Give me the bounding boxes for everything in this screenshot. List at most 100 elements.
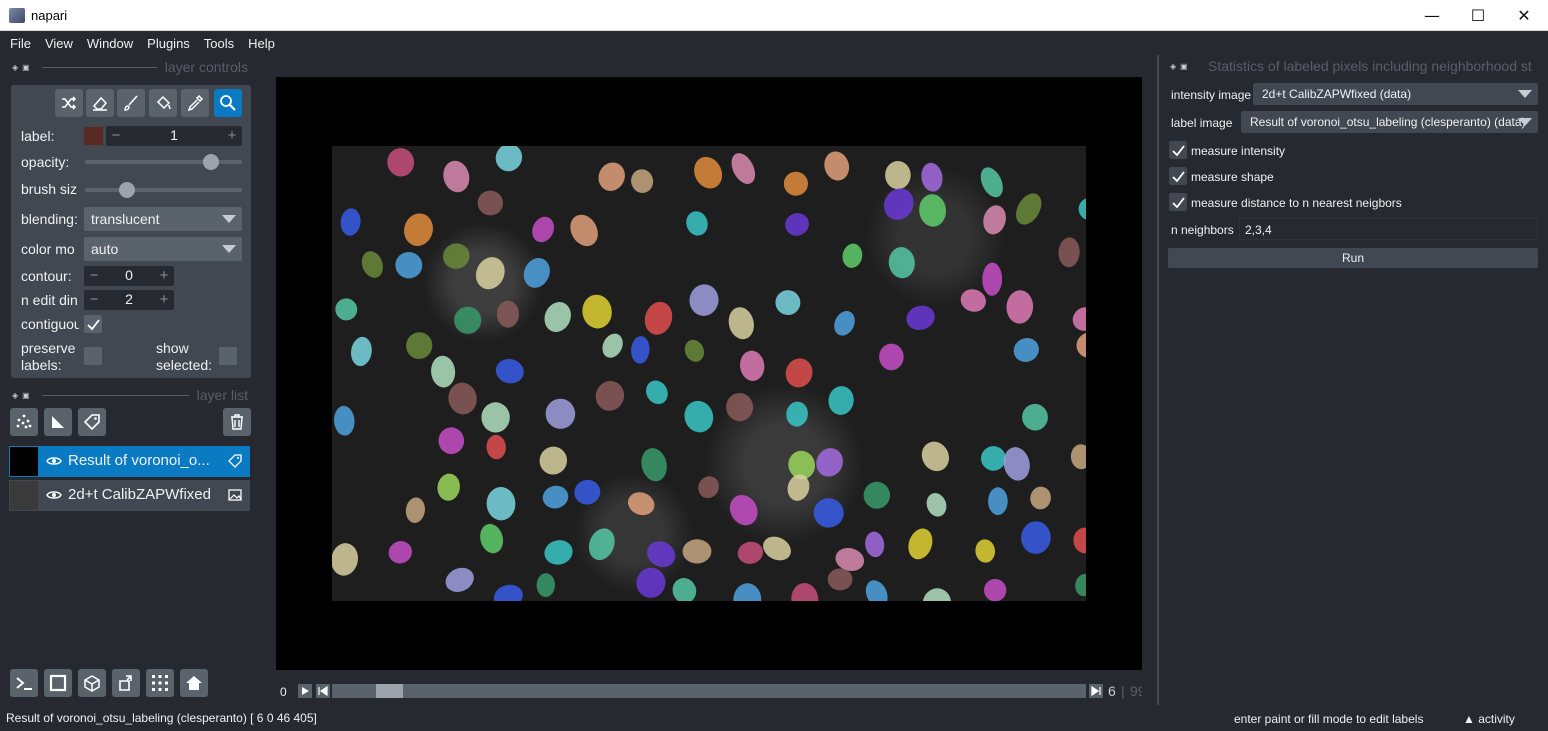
run-button[interactable]: Run xyxy=(1168,248,1538,268)
close-button[interactable]: ✕ xyxy=(1501,0,1547,31)
nucleus-label xyxy=(539,446,568,475)
nucleus-label xyxy=(350,336,372,367)
label-color-swatch[interactable] xyxy=(84,127,103,145)
menu-plugins[interactable]: Plugins xyxy=(140,36,197,51)
fill-button[interactable] xyxy=(149,89,177,117)
measure-shape-checkbox[interactable] xyxy=(1169,167,1187,185)
paint-button[interactable] xyxy=(117,89,145,117)
image-layer-type-icon xyxy=(228,488,242,506)
maximize-button[interactable]: ☐ xyxy=(1455,0,1501,31)
nucleus-label xyxy=(570,214,598,247)
brush-icon xyxy=(124,95,138,111)
menu-file[interactable]: File xyxy=(3,36,38,51)
trash-icon xyxy=(231,414,243,430)
dock-splitter[interactable] xyxy=(1157,55,1159,705)
show-selected-checkbox[interactable] xyxy=(219,347,237,365)
n-edit-dim-increment-button[interactable]: + xyxy=(154,290,174,310)
contour-spinbox[interactable]: − 0 + xyxy=(84,266,174,286)
grid-button[interactable] xyxy=(146,669,174,697)
label-value[interactable]: 1 xyxy=(126,127,222,143)
nucleus-label xyxy=(684,339,705,362)
opacity-label: opacity: xyxy=(21,154,70,170)
contour-value[interactable]: 0 xyxy=(104,267,154,283)
roll-dims-button[interactable] xyxy=(78,669,106,697)
layer-row-image[interactable]: 2d+t CalibZAPWfixed xyxy=(9,480,250,511)
n-edit-dim-value[interactable]: 2 xyxy=(104,291,154,307)
pick-button[interactable] xyxy=(181,89,209,117)
measure-distance-checkbox[interactable] xyxy=(1169,193,1187,211)
dims-current-frame[interactable]: 6 xyxy=(1108,683,1116,699)
step-back-button[interactable] xyxy=(316,684,330,698)
color-mode-combobox[interactable]: auto xyxy=(84,237,242,261)
new-labels-layer-button[interactable] xyxy=(78,408,106,436)
contiguous-label: contiguou xyxy=(21,316,79,332)
menu-view[interactable]: View xyxy=(38,36,80,51)
new-points-layer-button[interactable] xyxy=(10,408,38,436)
eye-icon[interactable] xyxy=(46,454,62,472)
nucleus-label xyxy=(919,194,947,227)
label-spinbox[interactable]: − 1 + xyxy=(106,126,242,146)
nucleus-label xyxy=(1075,573,1086,597)
layer-name[interactable]: 2d+t CalibZAPWfixed xyxy=(68,486,211,503)
nucleus-label xyxy=(437,473,460,501)
nucleus-label xyxy=(1013,337,1039,363)
menu-help[interactable]: Help xyxy=(241,36,282,51)
label-blobs xyxy=(332,146,1086,601)
dock-float-icon[interactable]: ◈▣ xyxy=(8,391,38,400)
step-forward-button[interactable] xyxy=(1089,684,1103,698)
brush-size-slider[interactable] xyxy=(85,188,242,192)
nucleus-label xyxy=(536,573,556,597)
home-button[interactable] xyxy=(180,669,208,697)
contour-label: contour: xyxy=(21,268,72,284)
contour-decrement-button[interactable]: − xyxy=(84,266,104,286)
opacity-slider-handle[interactable] xyxy=(202,154,219,170)
contiguous-checkbox[interactable] xyxy=(84,315,102,333)
blending-combobox[interactable]: translucent xyxy=(84,207,242,231)
nucleus-label xyxy=(454,306,482,334)
nucleus-label xyxy=(922,588,952,601)
transpose-button[interactable] xyxy=(112,669,140,697)
status-hint: enter paint or fill mode to edit labels xyxy=(1234,712,1424,726)
chevron-down-icon xyxy=(222,245,236,253)
dock-float-icon[interactable]: ◈▣ xyxy=(8,63,38,72)
erase-button[interactable] xyxy=(86,89,114,117)
measure-intensity-checkbox[interactable] xyxy=(1169,141,1187,159)
eye-icon[interactable] xyxy=(46,488,62,506)
n-neighbors-input[interactable]: 2,3,4 xyxy=(1239,218,1538,240)
contour-increment-button[interactable]: + xyxy=(154,266,174,286)
n-edit-dim-decrement-button[interactable]: − xyxy=(84,290,104,310)
menu-window[interactable]: Window xyxy=(80,36,140,51)
window-title: napari xyxy=(31,8,68,23)
pan-zoom-button[interactable] xyxy=(214,89,242,117)
nucleus-label xyxy=(672,578,697,601)
new-shapes-layer-button[interactable] xyxy=(44,408,72,436)
intensity-image-combobox[interactable]: 2d+t CalibZAPWfixed (data) xyxy=(1253,83,1538,105)
dock-title-line xyxy=(42,66,157,68)
nucleus-label xyxy=(1072,307,1086,331)
dims-separator: | xyxy=(1121,683,1125,699)
activity-button[interactable]: ▲ activity xyxy=(1463,712,1515,726)
nucleus-label xyxy=(1058,237,1080,268)
ndisplay-button[interactable] xyxy=(44,669,72,697)
n-edit-dim-spinbox[interactable]: − 2 + xyxy=(84,290,174,310)
dock-float-icon[interactable]: ◈▣ xyxy=(1166,62,1196,71)
nucleus-label xyxy=(737,541,764,564)
label-label: label: xyxy=(21,128,55,144)
checkmark-icon xyxy=(1171,170,1185,182)
preserve-labels-checkbox[interactable] xyxy=(84,347,102,365)
labeled-nuclei-image[interactable] xyxy=(332,146,1086,601)
dims-slider-handle[interactable] xyxy=(375,684,403,698)
layer-row-labels[interactable]: Result of voronoi_o... xyxy=(9,446,250,477)
dims-slider[interactable] xyxy=(332,684,1086,698)
napari-app-icon xyxy=(9,8,25,23)
label-decrement-button[interactable]: − xyxy=(106,126,126,146)
minimize-button[interactable]: — xyxy=(1409,0,1455,31)
console-button[interactable] xyxy=(10,669,38,697)
delete-layer-button[interactable] xyxy=(223,408,251,436)
label-image-combobox[interactable]: Result of voronoi_otsu_labeling (clesper… xyxy=(1241,111,1538,133)
label-increment-button[interactable]: + xyxy=(222,126,242,146)
shuffle-colors-button[interactable] xyxy=(55,89,83,117)
play-button[interactable] xyxy=(298,684,312,698)
menu-tools[interactable]: Tools xyxy=(197,36,241,51)
layer-name[interactable]: Result of voronoi_o... xyxy=(68,452,210,469)
